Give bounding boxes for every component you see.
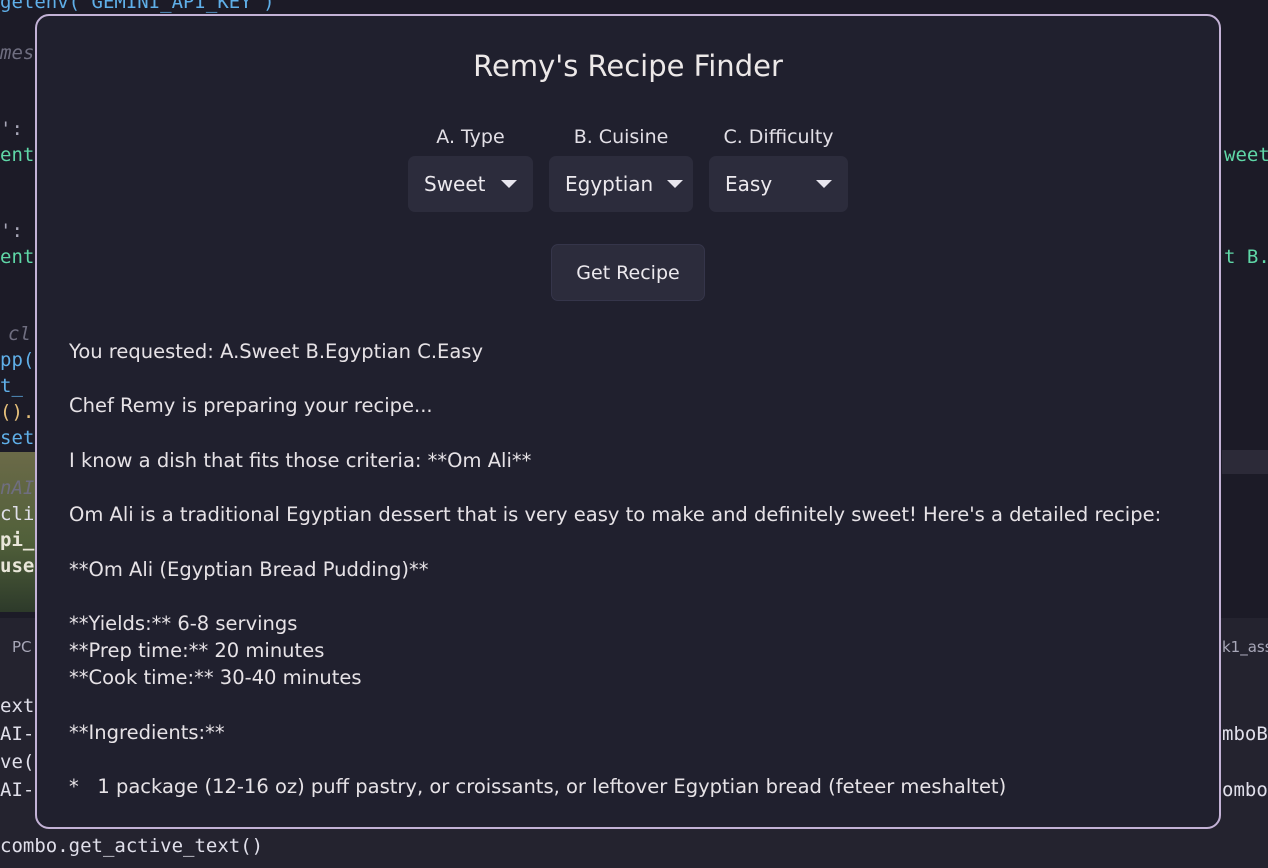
terminal-left-line: ext [0,695,35,717]
panel-tab-label[interactable]: PC [12,636,32,658]
type-value: Sweet [424,172,486,196]
recipe-finder-dialog: Remy's Recipe Finder A. Type Sweet B. Cu… [35,14,1221,829]
output-line: * 1 package (12-16 oz) puff pastry, or c… [69,775,1007,799]
output-line: **Yields:** 6-8 servings [69,611,298,635]
cuisine-dropdown[interactable]: Egyptian [549,156,693,212]
type-label: A. Type [436,126,505,148]
editor-left-line: t_ [0,375,23,397]
editor-left-line: use [0,555,35,577]
output-line: **Prep time:** 20 minutes [69,639,325,663]
recipe-output-text[interactable]: You requested: A.Sweet B.Egyptian C.Easy… [69,338,1199,800]
editor-left-line: pi_ [0,529,35,551]
dialog-title: Remy's Recipe Finder [473,49,783,83]
editor-left-line: cl [8,323,31,345]
terminal-left-line: ve( [0,751,35,773]
editor-left-line: ent [0,144,35,166]
difficulty-dropdown[interactable]: Easy [709,156,848,212]
get-recipe-button[interactable]: Get Recipe [551,244,705,301]
editor-left-line: set [0,427,35,449]
cuisine-label: B. Cuisine [573,126,669,148]
editor-left-line: ': [0,118,23,140]
terminal-right-line: ombo [1222,779,1268,801]
cuisine-value: Egyptian [565,172,654,196]
editor-left-line: ent [0,246,35,268]
output-line: You requested: A.Sweet B.Egyptian C.Easy [69,340,483,363]
chevron-down-icon [667,180,684,188]
output-blank-line [69,474,1199,501]
editor-left-line: ': [0,220,23,242]
terminal-right-line: mboB [1222,723,1268,745]
editor-left-line: pp( [0,349,35,371]
editor-right-line: t B. [1224,246,1268,268]
output-line: I know a dish that fits those criteria: … [69,448,532,472]
terminal-bottom-line: combo.get_active_text() [0,835,264,857]
difficulty-combo-group: C. Difficulty Easy [709,124,848,212]
editor-left-line: nAI [0,477,35,499]
output-line: **Om Ali (Egyptian Bread Pudding)** [69,557,429,581]
terminal-left-line: AI- [0,779,35,801]
output-blank-line [69,528,1199,555]
difficulty-value: Easy [725,172,773,196]
chevron-down-icon [501,180,517,188]
output-line: Chef Remy is preparing your recipe... [69,394,433,418]
output-line: **Ingredients:** [69,720,225,744]
editor-current-line [1222,450,1268,474]
output-blank-line [69,583,1199,610]
terminal-left-line: AI- [0,723,35,745]
type-combo-group: A. Type Sweet [408,124,533,212]
cuisine-combo-group: B. Cuisine Egyptian [549,124,693,212]
editor-left-line: (). [0,401,35,423]
editor-left-line: mes [0,42,35,64]
output-blank-line [69,692,1199,719]
output-blank-line [69,365,1199,392]
chevron-down-icon [816,180,832,188]
editor-top-fragment: getenv("GEMINI_API_KEY") [0,0,275,13]
output-line: Om Ali is a traditional Egyptian dessert… [69,503,1162,527]
output-blank-line [69,420,1199,447]
panel-tab-label[interactable]: k1_ass [1222,636,1268,658]
difficulty-label: C. Difficulty [723,126,834,148]
output-blank-line [69,746,1199,773]
type-dropdown[interactable]: Sweet [408,156,533,212]
output-line: **Cook time:** 30-40 minutes [69,666,362,690]
editor-right-line: weet [1224,144,1268,166]
